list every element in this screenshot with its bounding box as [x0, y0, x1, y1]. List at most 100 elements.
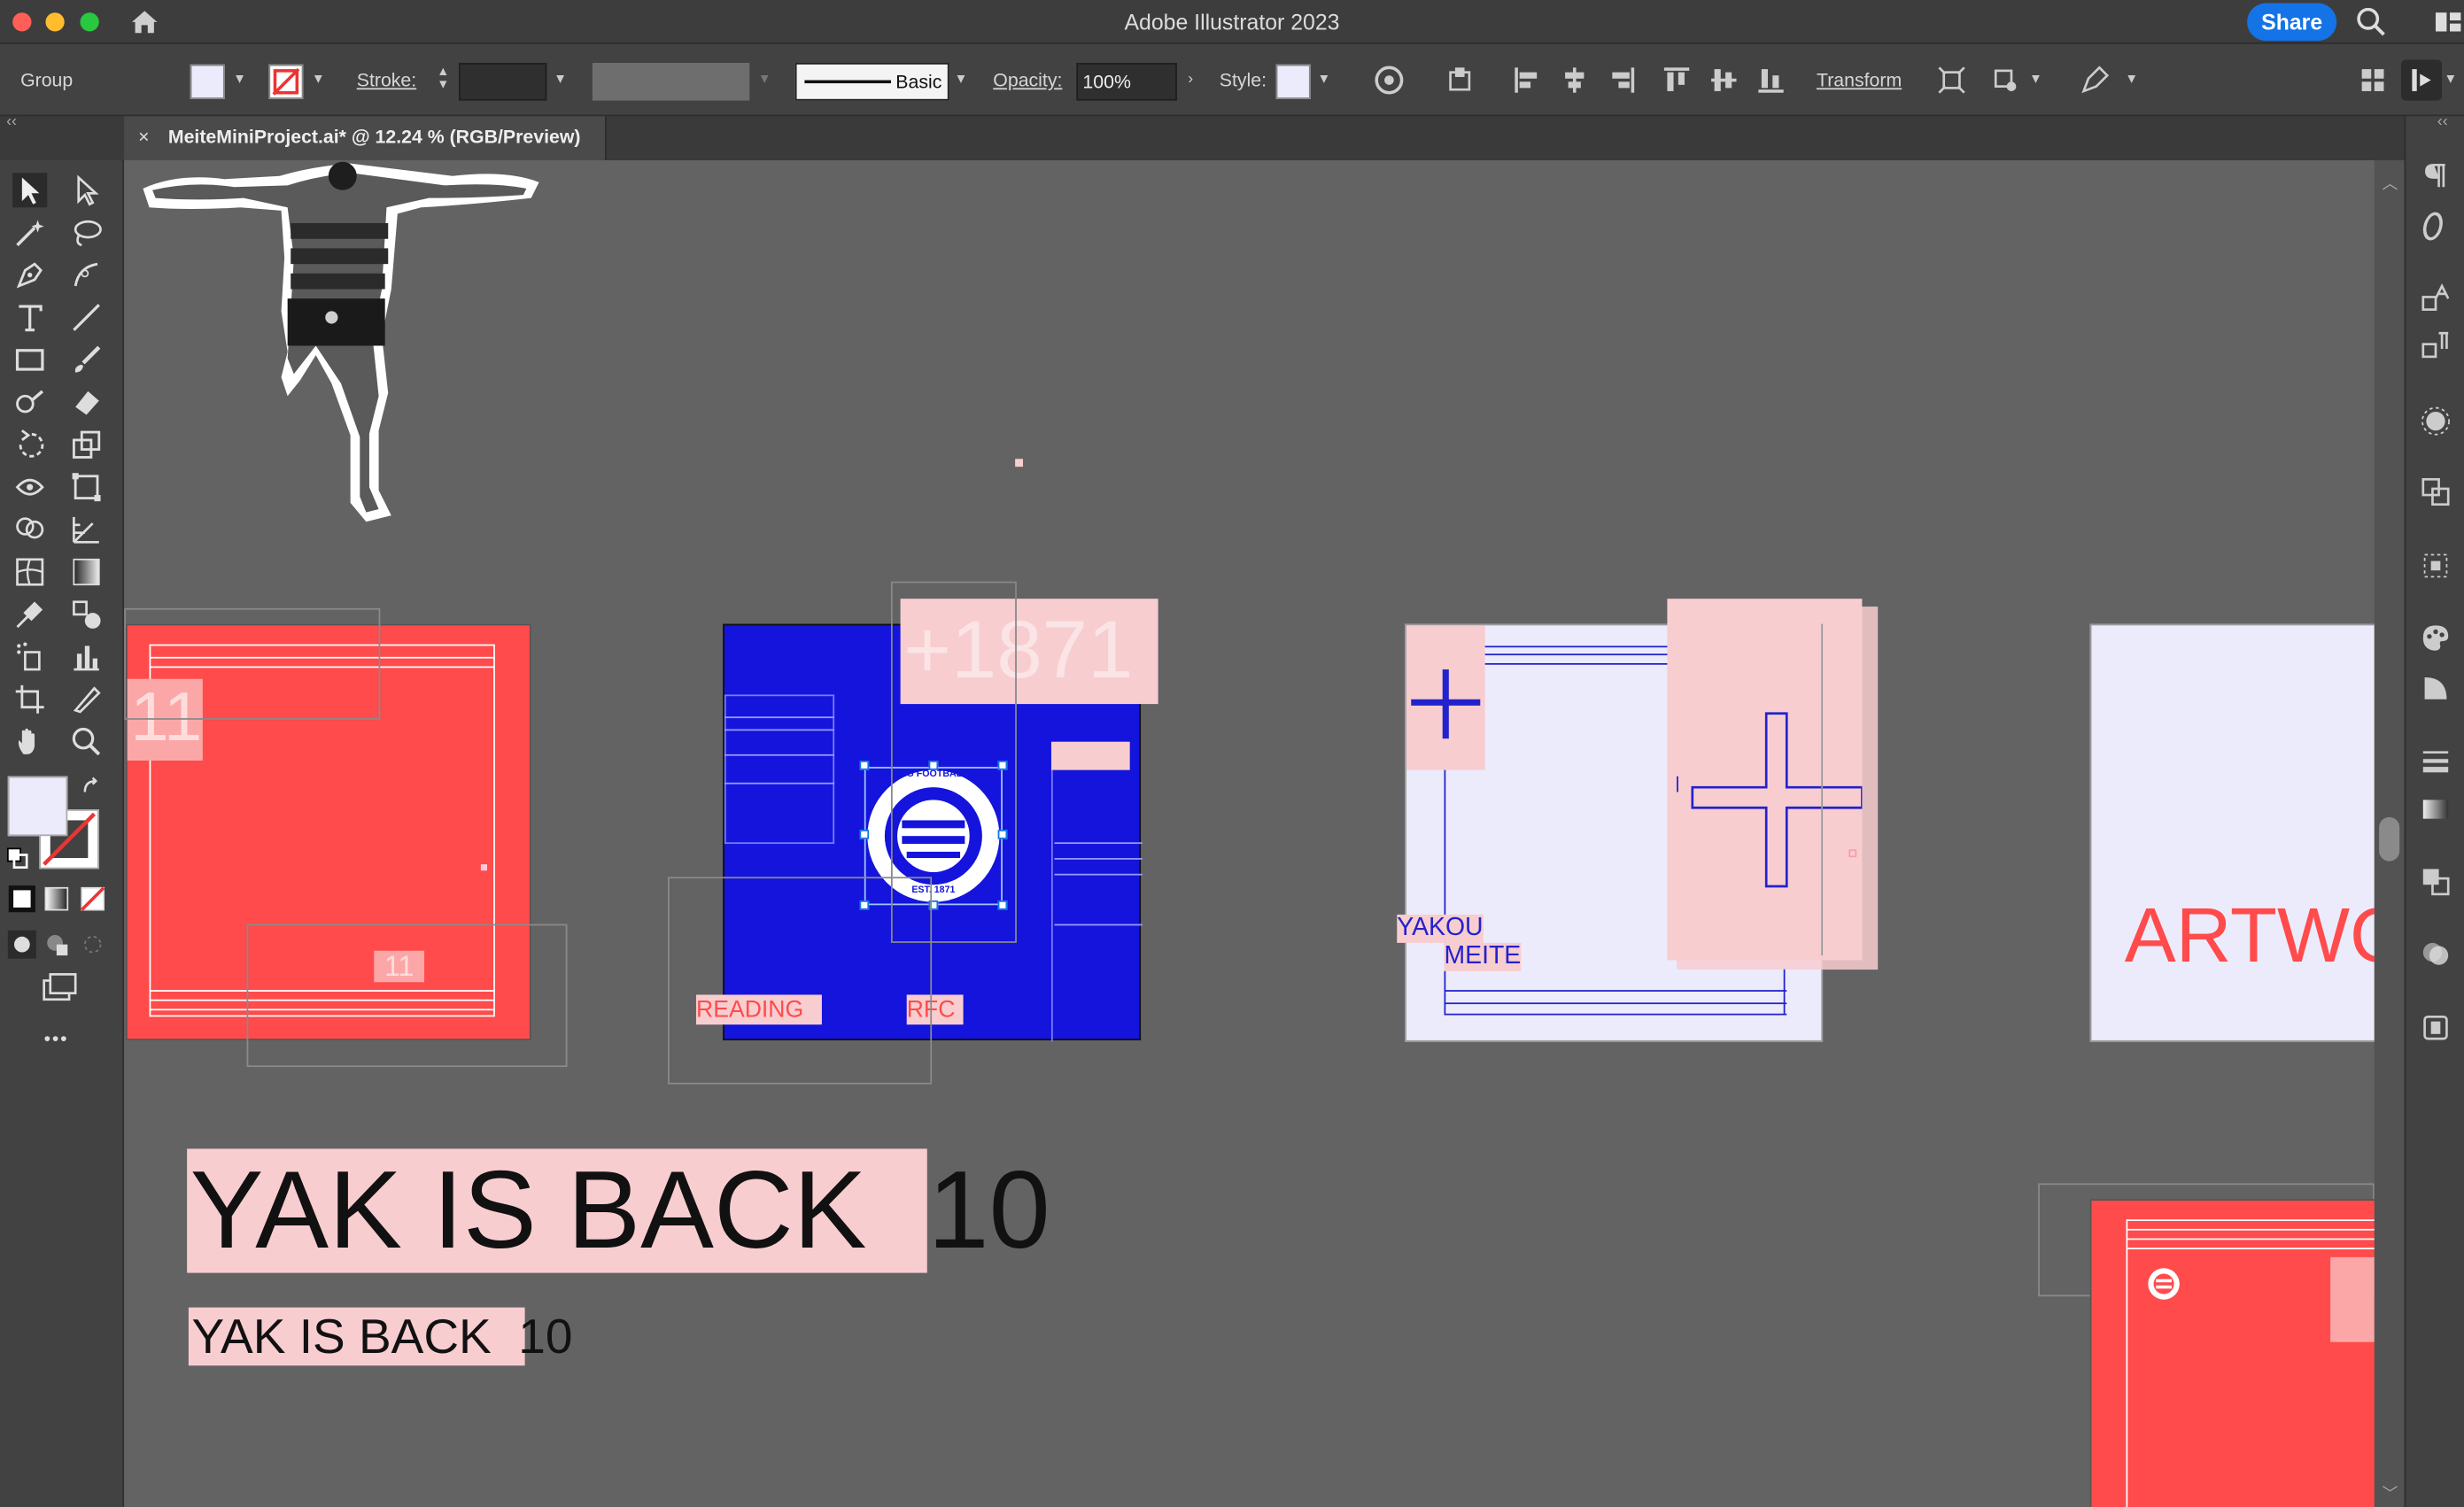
symbol-sprayer-tool-icon[interactable] — [12, 639, 47, 674]
pen-tool-icon[interactable] — [12, 258, 47, 292]
rotate-tool-icon[interactable] — [12, 428, 47, 462]
pink-panel[interactable] — [1667, 599, 1863, 961]
scrollbar-thumb[interactable] — [2379, 816, 2400, 862]
color-guide-icon[interactable] — [2420, 673, 2451, 704]
swap-fill-stroke-icon[interactable] — [80, 777, 102, 799]
transform-panel-icon[interactable] — [2420, 476, 2451, 507]
scale-tool-icon[interactable] — [69, 428, 104, 462]
transform-link[interactable]: Transform — [1817, 69, 1902, 91]
align-panel-icon[interactable] — [2420, 550, 2451, 581]
transparency-icon[interactable] — [2420, 939, 2451, 970]
selection-handle[interactable] — [859, 761, 870, 770]
recolor-artwork-icon[interactable] — [1374, 65, 1405, 96]
eyedropper-tool-icon[interactable] — [12, 597, 47, 631]
lasso-tool-icon[interactable] — [69, 215, 104, 250]
shaper-tool-icon[interactable] — [12, 385, 47, 420]
free-transform-tool-icon[interactable] — [69, 470, 104, 505]
selection-handle[interactable] — [859, 830, 870, 839]
horizontal-align-right-icon[interactable] — [1606, 65, 1637, 96]
close-document-icon[interactable]: × — [138, 116, 149, 157]
canvas[interactable]: 11 11 READING RFC READING FOOTBALL CLUB … — [124, 160, 2375, 1507]
zoom-tool-icon[interactable] — [69, 724, 104, 759]
brush-definition[interactable]: Basic — [794, 62, 949, 101]
fill-swatch[interactable] — [190, 64, 225, 99]
collapse-panels-icon[interactable]: ‹‹ — [6, 113, 17, 131]
style-chevron-icon[interactable]: ▾ — [1320, 66, 1336, 95]
draw-inside-icon[interactable] — [79, 931, 107, 959]
last-name-label[interactable]: MEITE — [1444, 942, 1522, 971]
gradient-mode-icon[interactable] — [43, 885, 71, 913]
paragraph-icon[interactable] — [2420, 160, 2451, 191]
type-tool-icon[interactable] — [12, 300, 47, 335]
appearance-icon[interactable] — [2420, 406, 2451, 437]
style-swatch[interactable] — [1275, 64, 1311, 99]
brush-chevron-icon[interactable]: ▾ — [957, 66, 972, 95]
artboard-red-2[interactable] — [2089, 1199, 2375, 1507]
number-block[interactable] — [2330, 1256, 2375, 1342]
vertical-align-center-icon[interactable] — [1709, 65, 1740, 96]
horizontal-align-left-icon[interactable] — [1512, 65, 1543, 96]
edit-chevron-icon[interactable]: ▾ — [2127, 66, 2143, 95]
stroke-weight-field[interactable] — [459, 62, 547, 101]
first-name-label[interactable]: YAKOU — [1397, 914, 1484, 943]
opacity-label[interactable]: Opacity: — [993, 69, 1062, 91]
line-segment-tool-icon[interactable] — [69, 300, 104, 335]
eraser-tool-icon[interactable] — [69, 385, 104, 420]
paintbrush-tool-icon[interactable] — [69, 343, 104, 377]
libraries-icon[interactable] — [2420, 1012, 2451, 1043]
warp-chevron-icon[interactable]: ▾ — [2032, 66, 2048, 95]
fill-dropdown-chevron-icon[interactable]: ▾ — [236, 66, 252, 95]
stroke-panel-icon[interactable] — [2420, 745, 2451, 776]
opacity-field[interactable]: 100% — [1076, 62, 1177, 101]
variable-width-profile[interactable] — [592, 62, 750, 101]
panel-toggle-chevron-icon[interactable]: ▾ — [2446, 66, 2462, 95]
pathfinder-icon[interactable] — [2420, 866, 2451, 897]
selection-tool-icon[interactable] — [12, 173, 48, 208]
direct-selection-tool-icon[interactable] — [69, 173, 104, 207]
vertical-scrollbar[interactable]: ︿ ﹀ — [2374, 160, 2405, 1507]
stroke-swatch[interactable] — [268, 64, 304, 99]
vertical-align-top-icon[interactable] — [1661, 65, 1692, 96]
artboard-artwork[interactable]: ARTWO — [2089, 623, 2375, 1042]
color-mode-icon[interactable] — [8, 885, 36, 913]
draw-behind-icon[interactable] — [43, 931, 71, 959]
width-tool-icon[interactable] — [12, 470, 47, 505]
plus-block[interactable] — [1406, 625, 1485, 770]
stroke-dropdown-chevron-icon[interactable]: ▾ — [314, 66, 330, 95]
draw-normal-icon[interactable] — [7, 930, 36, 959]
stroke-label[interactable]: Stroke: — [357, 69, 416, 91]
properties-panel-toggle[interactable] — [2400, 59, 2443, 101]
character-styles-icon[interactable] — [2420, 282, 2451, 313]
scroll-down-arrow-icon[interactable]: ﹀ — [2383, 1480, 2398, 1504]
crest-outline-icon[interactable] — [2147, 1266, 2181, 1301]
headline-large[interactable]: YAK IS BACK 10 — [187, 1148, 1050, 1273]
stroke-weight-stepper[interactable]: ▲ ▼ — [437, 66, 453, 95]
gradient-tool-icon[interactable] — [69, 555, 104, 590]
scroll-up-arrow-icon[interactable]: ︿ — [2383, 170, 2398, 194]
magic-wand-tool-icon[interactable] — [12, 215, 47, 250]
stray-anchor-point[interactable] — [1015, 459, 1024, 468]
edit-contents-icon[interactable] — [2079, 65, 2110, 96]
opentype-icon[interactable] — [2420, 211, 2451, 242]
default-fill-stroke-icon[interactable] — [6, 847, 28, 869]
shape-builder-tool-icon[interactable] — [12, 513, 47, 547]
column-graph-tool-icon[interactable] — [69, 639, 104, 674]
vertical-align-bottom-icon[interactable] — [1755, 65, 1786, 96]
workspace-switcher-icon[interactable] — [2432, 6, 2463, 37]
pink-tag-block[interactable] — [1050, 741, 1130, 770]
edit-toolbar-button[interactable]: ••• — [44, 1028, 69, 1050]
share-button[interactable]: Share — [2247, 3, 2337, 42]
paragraph-styles-icon[interactable] — [2420, 330, 2451, 361]
curvature-tool-icon[interactable] — [69, 258, 104, 292]
search-icon[interactable] — [2356, 6, 2387, 37]
horizontal-align-center-icon[interactable] — [1559, 65, 1590, 96]
fill-color-box-front[interactable] — [7, 776, 68, 837]
none-mode-icon[interactable] — [79, 885, 107, 913]
hand-tool-icon[interactable] — [12, 724, 47, 759]
gradient-panel-icon[interactable] — [2420, 793, 2451, 824]
artboard-tool-icon[interactable] — [12, 682, 47, 716]
arrange-documents-icon[interactable] — [2357, 65, 2388, 96]
isolate-group-icon[interactable] — [1936, 65, 1967, 96]
rectangle-tool-icon[interactable] — [12, 343, 47, 377]
perspective-grid-tool-icon[interactable] — [69, 513, 104, 547]
